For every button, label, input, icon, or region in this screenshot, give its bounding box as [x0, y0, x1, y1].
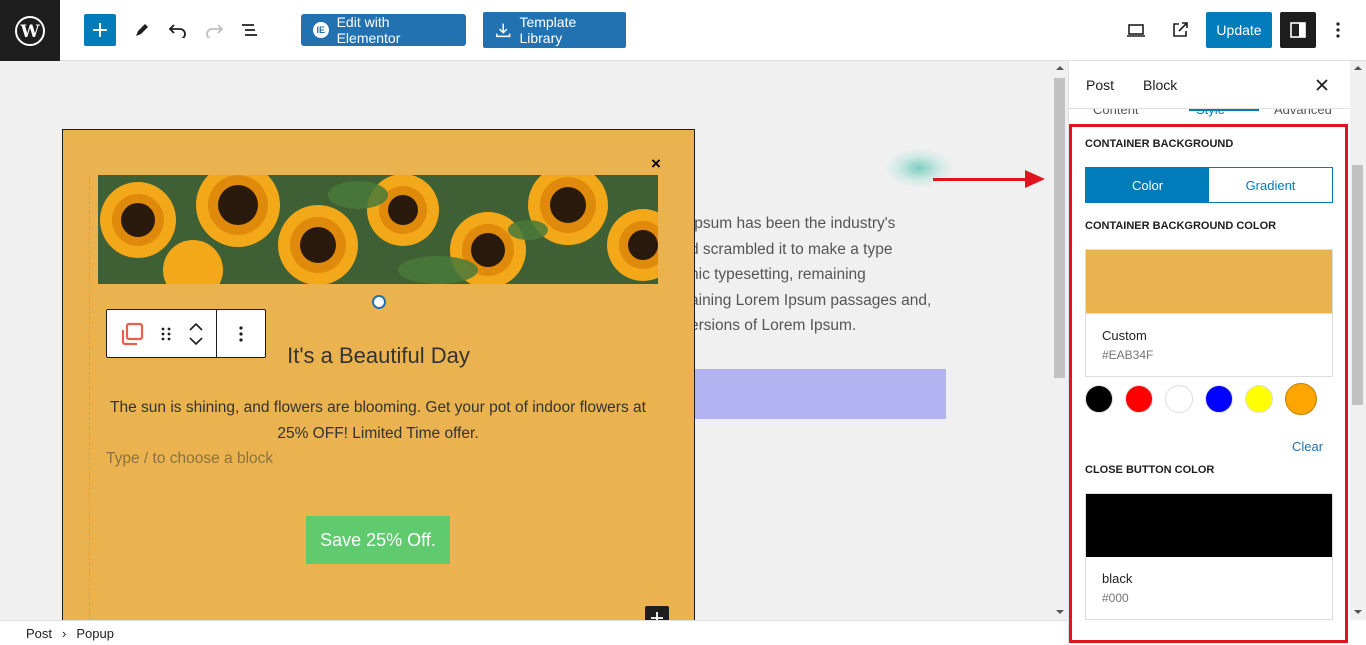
add-block-button[interactable] [645, 606, 669, 620]
edit-with-elementor-button[interactable]: IE Edit with Elementor [301, 14, 466, 46]
update-button[interactable]: Update [1206, 12, 1272, 48]
drag-icon [161, 327, 171, 340]
tools-button[interactable] [126, 14, 158, 46]
decorative-blob [886, 149, 952, 187]
sunflower-image[interactable] [98, 175, 658, 284]
breadcrumb-item-post[interactable]: Post [26, 626, 52, 641]
background-button-block [694, 369, 946, 419]
pencil-icon [136, 24, 148, 36]
popup-close-icon[interactable]: × [651, 154, 661, 174]
annotation-arrow [933, 178, 1029, 181]
settings-sidebar-toggle[interactable] [1280, 12, 1316, 48]
color-preview[interactable] [1086, 250, 1332, 313]
undo-icon [168, 24, 186, 38]
canvas-scroll-thumb[interactable] [1054, 78, 1065, 378]
kebab-menu-icon [239, 325, 243, 342]
editor-top-bar: W IE Edit with Elementor Template Librar… [0, 0, 1366, 61]
palette-white[interactable] [1165, 385, 1193, 413]
preview-device-button[interactable] [1120, 14, 1152, 46]
download-icon [496, 23, 511, 38]
breadcrumb-item-popup[interactable]: Popup [76, 626, 114, 641]
external-link-icon [1173, 22, 1188, 37]
sidebar-icon [1290, 22, 1306, 38]
chevron-up-icon[interactable] [189, 322, 203, 331]
tab-content[interactable]: Content [1093, 109, 1139, 117]
breadcrumb: Post › Popup [0, 620, 1068, 645]
palette-blue[interactable] [1205, 385, 1233, 413]
block-sub-tabs: Content Style Advanced [1069, 109, 1351, 123]
laptop-icon [1127, 24, 1145, 37]
template-library-label: Template Library [519, 14, 577, 46]
breadcrumb-separator: › [62, 625, 67, 641]
bg-text-line: ersions of Lorem Ipsum. [690, 317, 857, 335]
redo-icon [206, 24, 224, 38]
color-palette [1085, 383, 1317, 415]
palette-yellow[interactable] [1245, 385, 1273, 413]
clear-color-button[interactable]: Clear [1292, 439, 1323, 454]
tab-block[interactable]: Block [1143, 77, 1177, 93]
template-library-button[interactable]: Template Library [483, 12, 626, 48]
save-offer-button[interactable]: Save 25% Off. [306, 516, 450, 564]
color-name: Custom [1102, 328, 1147, 343]
elementor-icon: IE [313, 22, 329, 38]
sidebar-scroll-thumb[interactable] [1352, 165, 1363, 405]
bg-type-gradient[interactable]: Gradient [1209, 168, 1332, 202]
popup-description[interactable]: The sun is shining, and flowers are bloo… [93, 395, 663, 447]
plus-icon [93, 23, 107, 37]
close-button-color-label: CLOSE BUTTON COLOR [1085, 464, 1215, 476]
resize-handle[interactable] [372, 295, 386, 309]
bg-text-line: Ipsum has been the industry's [690, 215, 896, 232]
color-hex: #EAB34F [1102, 348, 1154, 362]
bg-type-color[interactable]: Color [1086, 168, 1209, 202]
tab-post[interactable]: Post [1086, 77, 1114, 93]
svg-text:W: W [19, 22, 40, 42]
block-inserter-button[interactable] [84, 14, 116, 46]
undo-button[interactable] [162, 14, 194, 46]
view-post-button[interactable] [1164, 14, 1196, 46]
sunflower-graphic [98, 175, 658, 284]
bg-text-line: d scrambled it to make a type [690, 240, 893, 258]
popup-title[interactable]: It's a Beautiful Day [63, 343, 694, 369]
bg-text-line: aining Lorem Ipsum passages and, [690, 291, 932, 309]
list-view-button[interactable] [234, 14, 266, 46]
wordpress-logo[interactable]: W [0, 0, 60, 61]
kebab-menu-icon [1336, 22, 1340, 38]
color-hex: #000 [1102, 591, 1129, 605]
close-icon[interactable] [1315, 78, 1329, 92]
editor-canvas[interactable]: Ipsum has been the industry's d scramble… [0, 61, 1052, 620]
background-paragraph: Ipsum has been the industry's d scramble… [690, 211, 960, 339]
block-outline [89, 176, 90, 620]
sidebar-tabs: Post Block [1069, 61, 1351, 109]
palette-black[interactable] [1085, 385, 1113, 413]
block-placeholder[interactable]: Type / to choose a block [106, 450, 273, 468]
color-preview[interactable] [1086, 494, 1332, 557]
color-name: black [1102, 571, 1133, 586]
container-bg-color-label: CONTAINER BACKGROUND COLOR [1085, 220, 1277, 232]
options-menu-button[interactable] [1322, 14, 1354, 46]
active-tab-indicator [1189, 109, 1259, 111]
wordpress-icon: W [15, 15, 45, 46]
palette-orange[interactable] [1285, 383, 1317, 415]
palette-red[interactable] [1125, 385, 1153, 413]
bg-text-line: nic typesetting, remaining [690, 266, 866, 284]
annotation-arrow-head [1025, 170, 1045, 188]
list-view-icon [242, 24, 257, 36]
background-type-toggle: Color Gradient [1085, 167, 1333, 203]
plus-icon [651, 612, 663, 620]
redo-button[interactable] [198, 14, 230, 46]
edit-with-elementor-label: Edit with Elementor [336, 14, 401, 46]
tab-advanced[interactable]: Advanced [1274, 109, 1332, 117]
popup-container[interactable]: × It's a Beautiful Day The sun is shinin… [62, 129, 695, 620]
close-button-color-picker[interactable]: black #000 [1085, 493, 1333, 620]
container-bg-color-picker[interactable]: Custom #EAB34F [1085, 249, 1333, 377]
container-background-label: CONTAINER BACKGROUND [1085, 138, 1234, 150]
